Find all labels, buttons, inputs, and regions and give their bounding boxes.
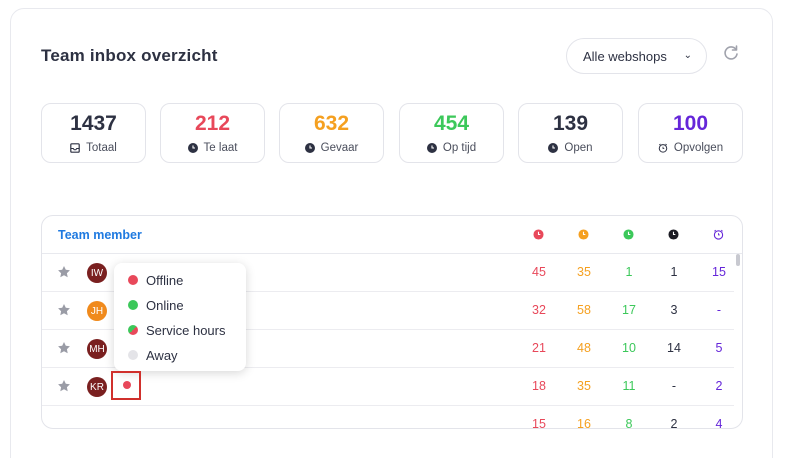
table-cell: 35 [577, 379, 591, 393]
star-icon[interactable] [57, 379, 71, 393]
clock-icon [548, 143, 559, 153]
table-cell: 2 [670, 417, 678, 429]
clock-green-icon[interactable] [623, 229, 634, 240]
table-cell: 32 [532, 303, 546, 317]
status-option-label: Away [146, 347, 178, 363]
offline-status-icon [123, 381, 131, 389]
status-option-offline[interactable]: Offline [128, 270, 183, 290]
status-option-label: Service hours [146, 322, 226, 338]
table-cell: 21 [532, 341, 546, 355]
stat-label: Totaal [86, 142, 117, 154]
status-option-away[interactable]: Away [128, 345, 178, 365]
stat-value: 454 [433, 112, 470, 135]
star-icon[interactable] [57, 265, 71, 279]
table-cell: 8 [625, 417, 633, 429]
stat-value: 1437 [70, 112, 117, 135]
status-dot-icon [128, 350, 138, 360]
table-cell: - [716, 303, 722, 317]
status-option-label: Offline [146, 272, 184, 288]
table-cell: 10 [622, 341, 636, 355]
stat-label: Open [564, 142, 593, 154]
table-cell: 48 [577, 341, 591, 355]
clock-icon [187, 143, 198, 153]
table-cell: 45 [532, 265, 546, 279]
stat-card-gevaar[interactable]: 632 Gevaar [279, 103, 384, 163]
table-cell: 15 [712, 265, 726, 279]
stat-value: 632 [313, 112, 350, 135]
status-dot-icon [128, 275, 138, 285]
table-cell: 18 [532, 379, 546, 393]
clock-icon [426, 143, 437, 153]
status-toggle-button[interactable] [111, 371, 141, 400]
stat-card-te-laat[interactable]: 212 Te laat [160, 103, 265, 163]
stat-card-open[interactable]: 139 Open [518, 103, 623, 163]
table-cell: 16 [577, 417, 591, 429]
table-cell: 5 [715, 341, 723, 355]
table-header: Team member [42, 216, 742, 254]
webshop-select[interactable]: Alle webshops ⌄ [566, 38, 707, 74]
table-row[interactable]: 15 16 8 2 4 [42, 406, 734, 429]
table-cell: - [671, 379, 677, 393]
table-cell: 2 [715, 379, 723, 393]
table-cell: 4 [715, 417, 723, 429]
table-cell: 15 [532, 417, 546, 429]
stat-card-op-tijd[interactable]: 454 Op tijd [399, 103, 504, 163]
status-option-online[interactable]: Online [128, 295, 184, 315]
avatar: JH [87, 301, 107, 321]
avatar: MH [87, 339, 107, 359]
table-cell: 3 [670, 303, 678, 317]
clock-red-icon[interactable] [533, 229, 544, 240]
table-cell: 14 [667, 341, 681, 355]
table-cell: 11 [622, 379, 636, 393]
table-scrollbar[interactable] [735, 254, 741, 428]
refresh-icon[interactable] [722, 44, 740, 62]
page-title: Team inbox overzicht [41, 46, 218, 65]
stat-value: 212 [194, 112, 231, 135]
stat-label: Opvolgen [673, 142, 724, 154]
table-row[interactable]: KR 18 35 11 - 2 [42, 368, 734, 406]
table-cell: 1 [670, 265, 678, 279]
chevron-down-icon: ⌄ [683, 50, 692, 61]
status-popup: Offline Online Service hours Away [114, 263, 246, 371]
stat-label: Op tijd [442, 142, 477, 154]
status-dot-icon [128, 300, 138, 310]
table-cell: 58 [577, 303, 591, 317]
inbox-icon [70, 143, 80, 153]
team-member-header[interactable]: Team member [58, 228, 142, 242]
stat-card-totaal[interactable]: 1437 Totaal [41, 103, 146, 163]
clock-dark-icon[interactable] [668, 229, 679, 240]
table-cell: 1 [625, 265, 633, 279]
stat-value: 139 [552, 112, 589, 135]
clock-icon [304, 143, 315, 153]
alarm-purple-icon[interactable] [713, 229, 724, 240]
star-icon[interactable] [57, 341, 71, 355]
status-option-service-hours[interactable]: Service hours [128, 320, 225, 340]
status-dot-icon [128, 325, 138, 335]
status-option-label: Online [146, 297, 184, 313]
table-cell: 35 [577, 265, 591, 279]
table-cell: 17 [622, 303, 636, 317]
avatar: IW [87, 263, 107, 283]
avatar: KR [87, 377, 107, 397]
alarm-icon [658, 143, 668, 153]
stat-value: 100 [672, 112, 709, 135]
stat-card-opvolgen[interactable]: 100 Opvolgen [638, 103, 743, 163]
star-icon[interactable] [57, 303, 71, 317]
stat-label: Te laat [203, 142, 238, 154]
stat-label: Gevaar [320, 142, 359, 154]
clock-orange-icon[interactable] [578, 229, 589, 240]
webshop-select-value: Alle webshops [583, 48, 667, 64]
